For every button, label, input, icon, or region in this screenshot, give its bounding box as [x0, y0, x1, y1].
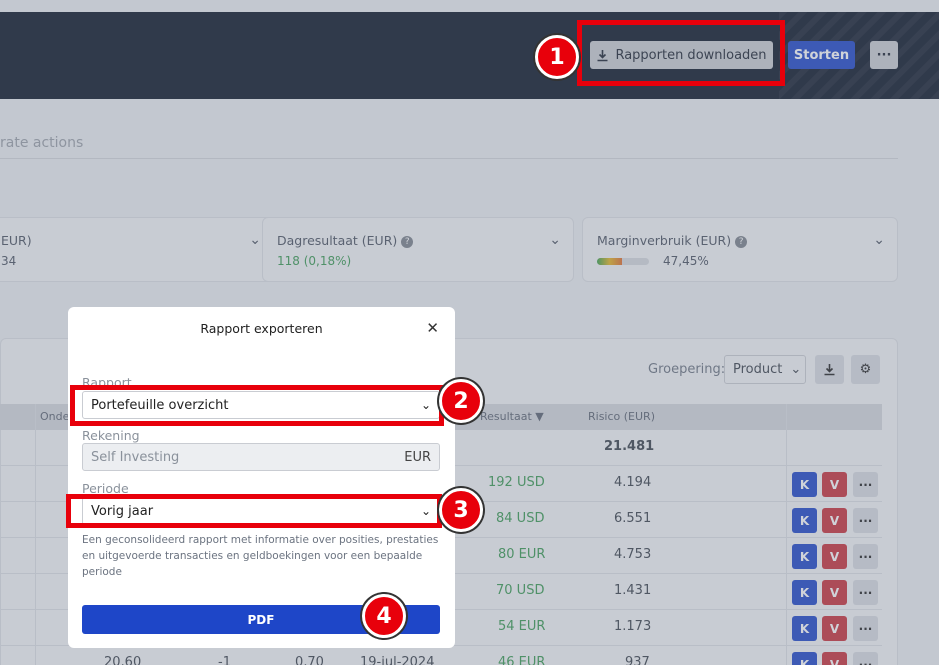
highlight-box-2 [70, 385, 444, 426]
account-currency: EUR [404, 449, 431, 465]
step-badge-1: 1 [535, 35, 579, 79]
highlight-box-3 [66, 494, 442, 528]
close-icon[interactable]: ✕ [426, 319, 439, 337]
export-report-dialog: Rapport exporteren ✕ Rapport Portefeuill… [68, 307, 455, 648]
step-badge-3: 3 [439, 488, 483, 532]
account-value: Self Investing [91, 449, 180, 465]
account-field: Self Investing EUR [82, 443, 440, 471]
dialog-title: Rapport exporteren [200, 321, 323, 336]
account-label: Rekening [82, 428, 140, 443]
step-badge-4: 4 [362, 594, 406, 638]
highlight-box-1 [577, 20, 785, 86]
report-description: Een geconsolideerd rapport met informati… [82, 534, 439, 578]
step-badge-2: 2 [439, 379, 483, 423]
